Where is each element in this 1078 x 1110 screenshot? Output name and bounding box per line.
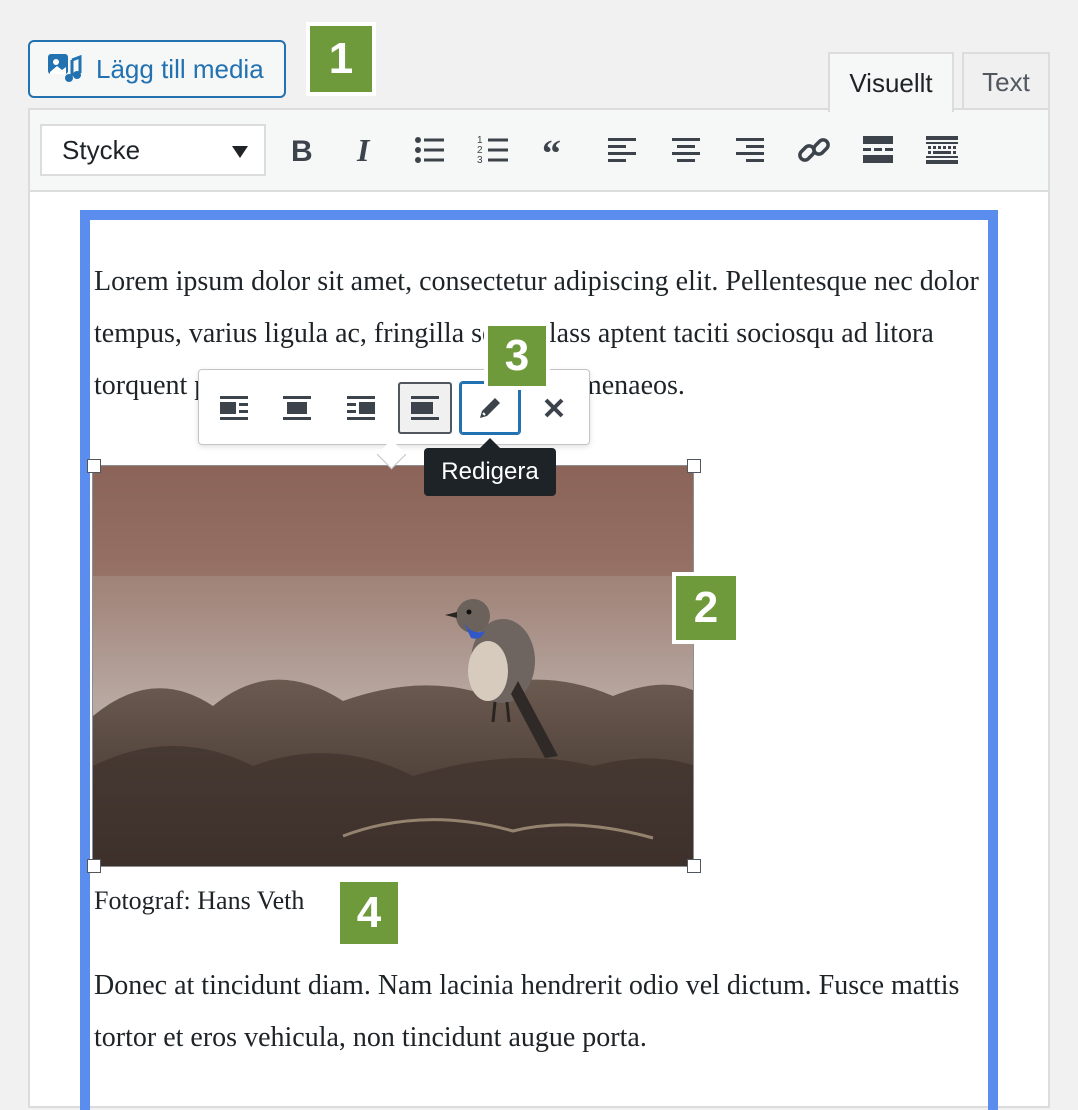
bird-photo[interactable] (92, 465, 694, 867)
paragraph-2[interactable]: Donec at tincidunt diam. Nam lacinia hen… (94, 960, 986, 1064)
tab-text[interactable]: Text (962, 52, 1050, 110)
align-left-icon[interactable] (600, 128, 644, 172)
link-icon[interactable] (792, 128, 836, 172)
image-align-none-button[interactable] (398, 382, 452, 434)
numbered-list-icon[interactable]: 123 (472, 128, 516, 172)
align-left-icon (220, 396, 248, 420)
tab-visual[interactable]: Visuellt (828, 52, 954, 112)
bird-image (93, 466, 693, 866)
add-media-button[interactable]: Lägg till media (28, 40, 286, 98)
image-align-center-button[interactable] (270, 382, 324, 434)
resize-handle-bottom-right[interactable] (687, 859, 701, 873)
resize-handle-bottom-left[interactable] (87, 859, 101, 873)
resize-handle-top-left[interactable] (87, 459, 101, 473)
svg-text:I: I (356, 132, 371, 168)
toolbar-toggle-icon[interactable] (920, 128, 964, 172)
tooltip-arrow (480, 438, 500, 448)
align-right-icon (347, 396, 375, 420)
format-select[interactable]: Stycke (40, 124, 266, 176)
italic-icon[interactable]: I (344, 128, 388, 172)
format-select-value: Stycke (62, 134, 141, 165)
marker-1: 1 (306, 22, 376, 96)
svg-text:“: “ (542, 133, 561, 168)
tooltip-text: Redigera (441, 458, 539, 485)
align-right-icon[interactable] (728, 128, 772, 172)
svg-text:B: B (291, 135, 313, 168)
image-caption[interactable]: Fotograf: Hans Veth (94, 886, 304, 916)
bold-icon[interactable]: B (280, 128, 324, 172)
media-add-icon (46, 50, 84, 88)
chevron-down-icon (232, 146, 248, 158)
svg-text:3: 3 (477, 155, 483, 166)
resize-handle-top-right[interactable] (687, 459, 701, 473)
read-more-icon[interactable] (856, 128, 900, 172)
align-none-icon (411, 396, 439, 420)
image-align-left-button[interactable] (207, 382, 261, 434)
marker-2: 2 (672, 572, 740, 644)
marker-3: 3 (484, 322, 550, 390)
align-center-icon (283, 396, 311, 420)
edit-tooltip: Redigera (424, 438, 556, 496)
blockquote-icon[interactable]: “ (536, 128, 580, 172)
bulleted-list-icon[interactable] (408, 128, 452, 172)
align-center-icon[interactable] (664, 128, 708, 172)
image-align-right-button[interactable] (334, 382, 388, 434)
marker-4: 4 (336, 878, 402, 948)
add-media-label: Lägg till media (96, 53, 264, 84)
edit-pencil-icon (480, 398, 500, 418)
remove-x-icon (544, 398, 564, 418)
